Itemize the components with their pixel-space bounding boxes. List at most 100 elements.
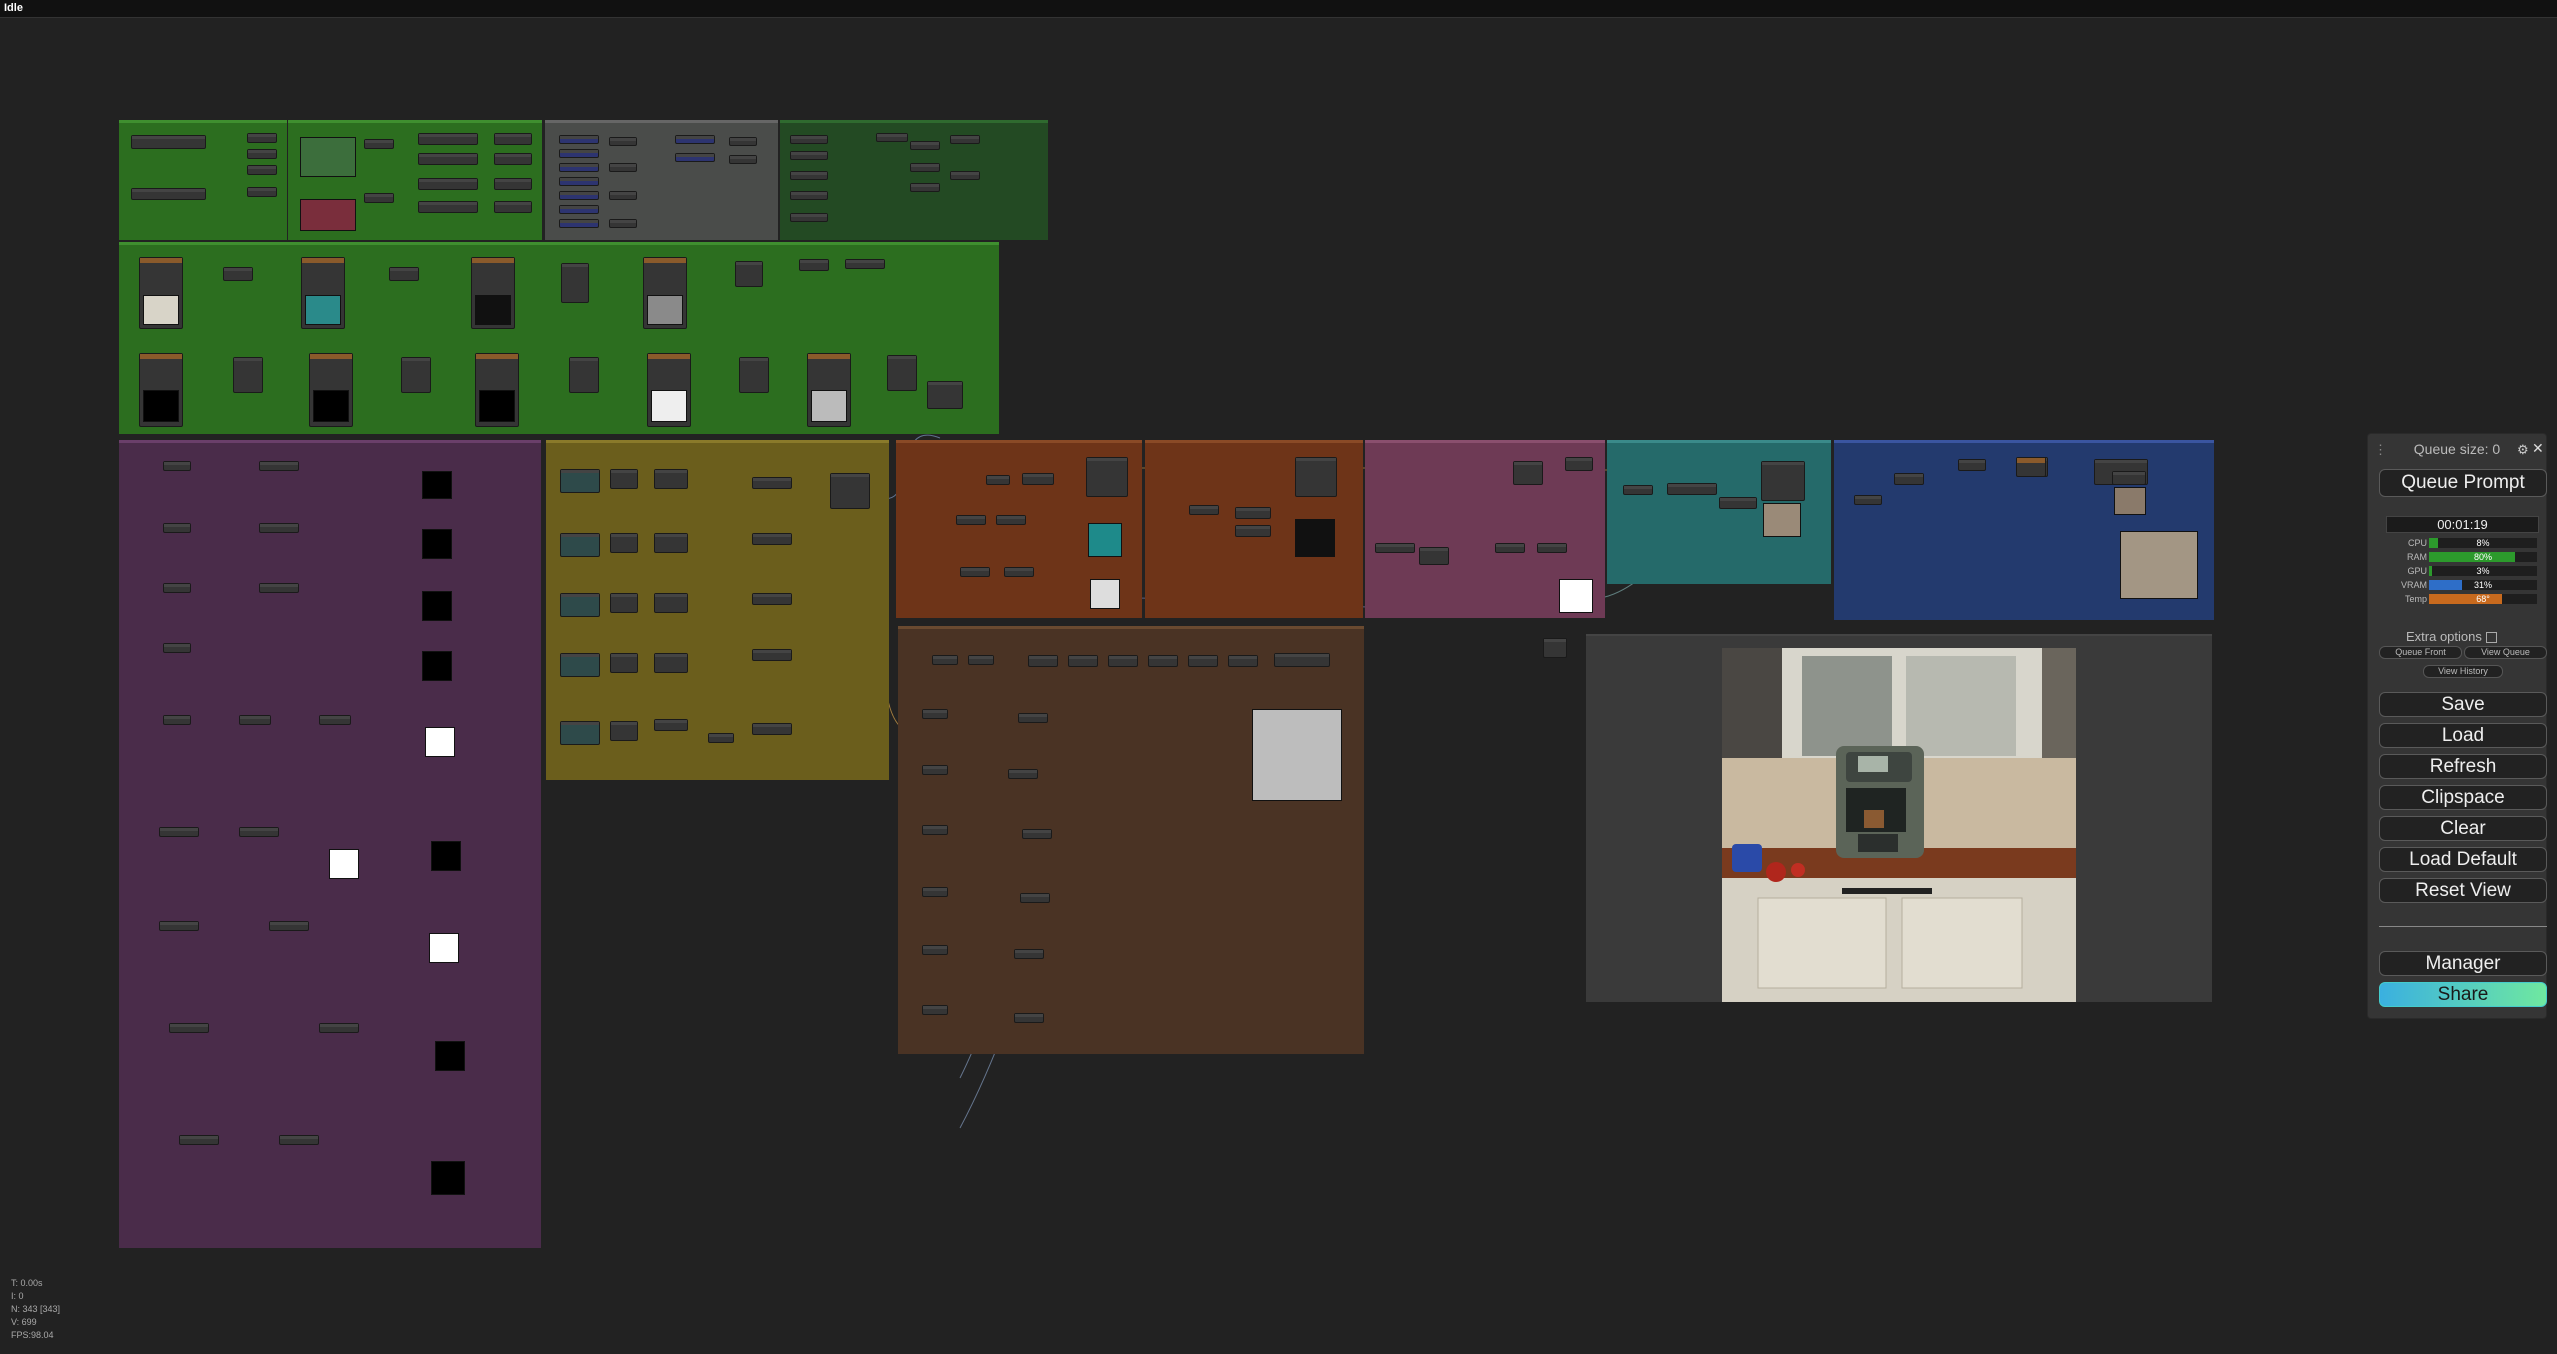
node[interactable]	[790, 191, 828, 200]
node[interactable]	[922, 887, 948, 897]
node[interactable]	[1375, 543, 1415, 553]
node[interactable]	[259, 523, 299, 533]
node[interactable]	[1513, 461, 1543, 485]
node[interactable]	[1854, 495, 1882, 505]
node[interactable]	[1495, 543, 1525, 553]
node[interactable]	[739, 357, 769, 393]
node[interactable]	[950, 171, 980, 180]
node[interactable]	[960, 567, 990, 577]
node[interactable]	[752, 533, 792, 545]
clear-button[interactable]: Clear	[2379, 816, 2547, 841]
node[interactable]	[1028, 655, 1058, 667]
node[interactable]	[1894, 473, 1924, 485]
node[interactable]	[364, 193, 394, 203]
node-group[interactable]	[1145, 440, 1363, 618]
node[interactable]	[163, 715, 191, 725]
node[interactable]	[910, 163, 940, 172]
node[interactable]	[1022, 829, 1052, 839]
node-group[interactable]	[896, 440, 1142, 618]
share-button[interactable]: Share	[2379, 982, 2547, 1007]
node[interactable]	[1148, 655, 1178, 667]
node[interactable]	[1719, 497, 1757, 509]
node[interactable]	[799, 259, 829, 271]
node[interactable]	[131, 135, 206, 149]
node-group[interactable]	[545, 120, 778, 240]
node[interactable]	[1958, 459, 1986, 471]
node[interactable]	[418, 133, 478, 145]
node[interactable]	[259, 461, 299, 471]
node[interactable]	[159, 827, 199, 837]
node-group[interactable]	[546, 440, 889, 780]
node[interactable]	[1068, 655, 1098, 667]
node-group[interactable]	[1607, 440, 1831, 584]
node[interactable]	[223, 267, 253, 281]
node[interactable]	[1667, 483, 1717, 495]
view-queue-button[interactable]: View Queue	[2464, 646, 2547, 659]
node[interactable]	[654, 533, 688, 553]
node[interactable]	[932, 655, 958, 665]
node[interactable]	[179, 1135, 219, 1145]
node[interactable]	[729, 155, 757, 164]
node[interactable]	[1235, 525, 1271, 537]
node[interactable]	[494, 178, 532, 190]
node[interactable]	[1020, 893, 1050, 903]
node[interactable]	[1295, 457, 1337, 497]
node[interactable]	[319, 715, 351, 725]
node[interactable]	[418, 178, 478, 190]
node[interactable]	[1235, 507, 1271, 519]
node[interactable]	[401, 357, 431, 393]
node[interactable]	[239, 827, 279, 837]
load-button[interactable]: Load	[2379, 723, 2547, 748]
node[interactable]	[559, 177, 599, 186]
node[interactable]	[922, 709, 948, 719]
node[interactable]	[1274, 653, 1330, 667]
node[interactable]	[1014, 1013, 1044, 1023]
node[interactable]	[131, 188, 206, 200]
node[interactable]	[910, 141, 940, 150]
load-default-button[interactable]: Load Default	[2379, 847, 2547, 872]
refresh-button[interactable]: Refresh	[2379, 754, 2547, 779]
node[interactable]	[1018, 713, 1048, 723]
node[interactable]	[968, 655, 994, 665]
node[interactable]	[247, 165, 277, 175]
node-graph-canvas[interactable]	[0, 18, 2557, 1354]
node-group[interactable]	[119, 120, 287, 240]
node[interactable]	[560, 533, 600, 557]
node[interactable]	[259, 583, 299, 593]
node[interactable]	[996, 515, 1026, 525]
node[interactable]	[675, 153, 715, 162]
node[interactable]	[389, 267, 419, 281]
node[interactable]	[559, 135, 599, 144]
node[interactable]	[654, 593, 688, 613]
node[interactable]	[654, 653, 688, 673]
node[interactable]	[247, 187, 277, 197]
node-group[interactable]	[1365, 440, 1605, 618]
manager-button[interactable]: Manager	[2379, 951, 2547, 976]
queue-front-button[interactable]: Queue Front	[2379, 646, 2462, 659]
node[interactable]	[1189, 505, 1219, 515]
node[interactable]	[887, 355, 917, 391]
node[interactable]	[610, 721, 638, 741]
node[interactable]	[910, 183, 940, 192]
node[interactable]	[560, 721, 600, 745]
node[interactable]	[609, 163, 637, 172]
node[interactable]	[1014, 949, 1044, 959]
view-history-button[interactable]: View History	[2423, 665, 2503, 678]
node[interactable]	[1565, 457, 1593, 471]
node[interactable]	[752, 723, 792, 735]
node[interactable]	[1108, 655, 1138, 667]
node[interactable]	[1086, 457, 1128, 497]
node[interactable]	[610, 593, 638, 613]
node[interactable]	[986, 475, 1010, 485]
node[interactable]	[1537, 543, 1567, 553]
node[interactable]	[790, 213, 828, 222]
node[interactable]	[610, 533, 638, 553]
node[interactable]	[922, 765, 948, 775]
node[interactable]	[675, 135, 715, 144]
node[interactable]	[560, 593, 600, 617]
node[interactable]	[752, 649, 792, 661]
node[interactable]	[269, 921, 309, 931]
node[interactable]	[609, 191, 637, 200]
node[interactable]	[609, 137, 637, 146]
node[interactable]	[735, 261, 763, 287]
